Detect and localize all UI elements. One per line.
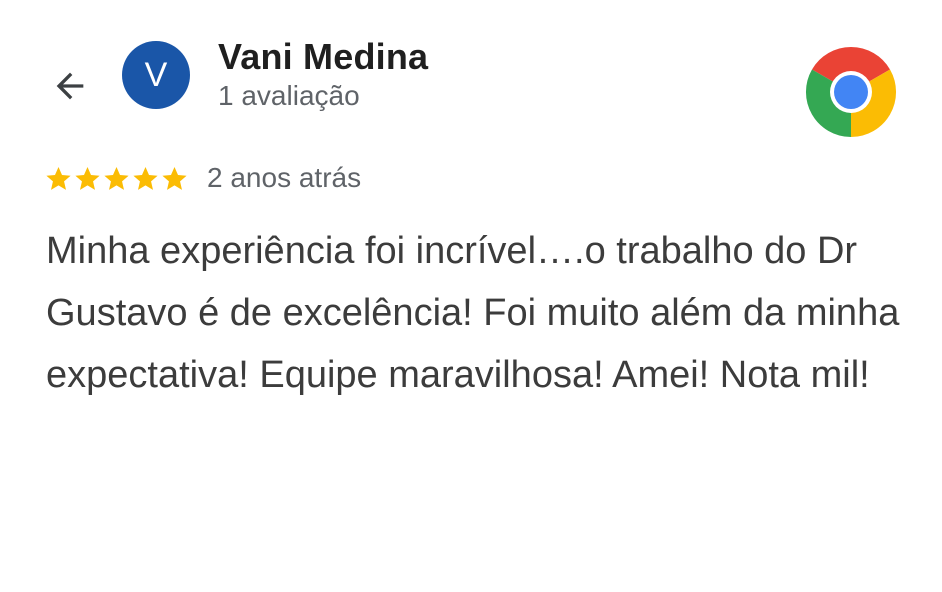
chrome-app-button[interactable]	[802, 43, 900, 141]
star-rating	[44, 164, 189, 193]
review-text: Minha experiência foi incrível….o trabal…	[46, 230, 900, 396]
avatar[interactable]: V	[122, 41, 190, 109]
star-icon	[46, 166, 71, 190]
reviewer-name[interactable]: Vani Medina	[218, 36, 428, 78]
rating-row: 2 anos atrás	[44, 160, 361, 196]
star-icon	[133, 166, 158, 190]
avatar-letter: V	[144, 55, 168, 94]
review-time: 2 anos atrás	[207, 162, 362, 193]
review-count: 1 avaliação	[218, 80, 360, 111]
chrome-icon	[802, 43, 900, 141]
star-icon	[162, 166, 187, 190]
star-icon	[104, 166, 129, 190]
back-button[interactable]	[46, 64, 94, 112]
star-icon	[75, 166, 100, 190]
arrow-back-icon	[50, 66, 90, 111]
